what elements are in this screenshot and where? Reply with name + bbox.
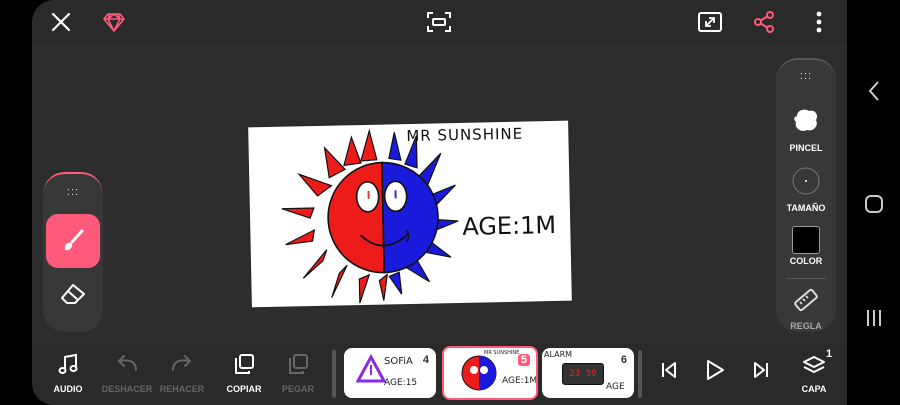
color-swatch	[792, 226, 820, 254]
redo-button[interactable]: REHACER	[152, 352, 212, 394]
frame-5-text-2: AGE:1M	[502, 376, 538, 386]
expand-icon[interactable]	[694, 6, 726, 38]
paste-button[interactable]: PEGAR	[268, 352, 328, 394]
frame-6-text-1: ALARM	[544, 350, 573, 359]
drawing-title: MR SUNSHINE	[406, 124, 524, 146]
layers-button[interactable]: 1 CAPA	[784, 348, 844, 394]
drag-handle[interactable]: :::	[43, 186, 103, 198]
skip-end-icon	[754, 362, 768, 378]
drag-handle[interactable]: :::	[776, 70, 836, 82]
layer-count: 1	[826, 348, 833, 360]
music-note-icon	[58, 353, 78, 374]
crop-icon[interactable]	[423, 6, 455, 38]
undo-button[interactable]: DESHACER	[97, 352, 157, 394]
frame-thumbnail-6[interactable]: ALARM 23 59 AGE 6	[542, 348, 634, 398]
pincel-label: PINCEL	[789, 143, 823, 153]
frame-number: 6	[620, 354, 627, 366]
frame-6-clock-digits: 23 59	[569, 369, 597, 379]
audio-label: AUDIO	[53, 384, 83, 394]
canvas-area[interactable]: MR SUNSHINE AGE:1M ::: ::: PINCEL TAMAÑO…	[32, 44, 847, 344]
ruler-label: REGLA	[790, 321, 822, 331]
frame-6-text-2: AGE	[606, 382, 625, 392]
frame-4-text-2: AGE:15	[384, 378, 418, 388]
system-navigation-bar	[847, 0, 900, 405]
play-icon	[707, 360, 724, 380]
frame-5-drawing	[461, 355, 497, 391]
animation-app: MR SUNSHINE AGE:1M ::: ::: PINCEL TAMAÑO…	[32, 0, 847, 405]
home-icon[interactable]	[847, 194, 900, 214]
last-frame-button[interactable]	[734, 361, 788, 384]
brush-tool-button[interactable]	[46, 214, 100, 268]
brush-icon	[64, 229, 84, 251]
drawing-age: AGE:1M	[461, 210, 557, 241]
frame-6-clock: 23 59	[562, 363, 604, 385]
frame-5-text-1: MR SUNSHINE	[484, 350, 520, 356]
more-vert-icon[interactable]	[803, 6, 835, 38]
color-button[interactable]: COLOR	[776, 224, 836, 266]
pincel-button[interactable]: PINCEL	[776, 106, 836, 153]
eraser-tool-button[interactable]	[51, 274, 95, 314]
frame-number: 4	[422, 354, 429, 366]
eraser-icon	[61, 284, 85, 304]
copy-label: COPIAR	[226, 384, 262, 394]
share-icon[interactable]	[748, 6, 780, 38]
brush-type-icon	[794, 109, 818, 131]
recents-icon[interactable]	[847, 308, 900, 328]
audio-button[interactable]: AUDIO	[38, 352, 98, 394]
gem-icon[interactable]	[98, 6, 130, 38]
layers-label: CAPA	[801, 384, 827, 394]
close-icon[interactable]	[45, 6, 77, 38]
divider	[786, 278, 826, 279]
timeline-scroll-edge[interactable]	[332, 350, 336, 398]
bottom-toolbar: AUDIO DESHACER REHACER COPIAR PEGAR SOFi…	[32, 344, 847, 405]
redo-icon	[172, 355, 192, 371]
size-button[interactable]: TAMAÑO	[776, 166, 836, 213]
back-icon[interactable]	[847, 80, 900, 102]
frame-thumbnail-4[interactable]: SOFiA AGE:15 4	[344, 348, 436, 398]
tool-panel: :::	[43, 172, 103, 332]
drawing-canvas[interactable]: MR SUNSHINE AGE:1M	[248, 120, 572, 308]
frame-4-drawing	[356, 354, 386, 383]
paste-label: PEGAR	[281, 384, 314, 394]
copy-button[interactable]: COPIAR	[214, 352, 274, 394]
ruler-button[interactable]: REGLA	[776, 286, 836, 331]
size-icon	[792, 167, 820, 195]
size-label: TAMAÑO	[786, 203, 826, 213]
color-label: COLOR	[789, 256, 823, 266]
undo-label: DESHACER	[101, 384, 153, 394]
frame-number: 5	[517, 354, 530, 366]
redo-label: REHACER	[159, 384, 205, 394]
paste-icon	[289, 354, 308, 374]
copy-icon	[235, 354, 254, 374]
brush-properties-panel: ::: PINCEL TAMAÑO COLOR REGLA	[776, 58, 836, 332]
top-toolbar	[32, 0, 847, 44]
skip-start-icon	[662, 362, 676, 378]
frame-thumbnail-5[interactable]: MR SUNSHINE AGE:1M 5	[442, 346, 538, 400]
frame-4-text-1: SOFiA	[384, 356, 413, 367]
ruler-icon	[794, 288, 818, 312]
undo-icon	[117, 355, 137, 371]
layers-icon	[803, 356, 825, 373]
